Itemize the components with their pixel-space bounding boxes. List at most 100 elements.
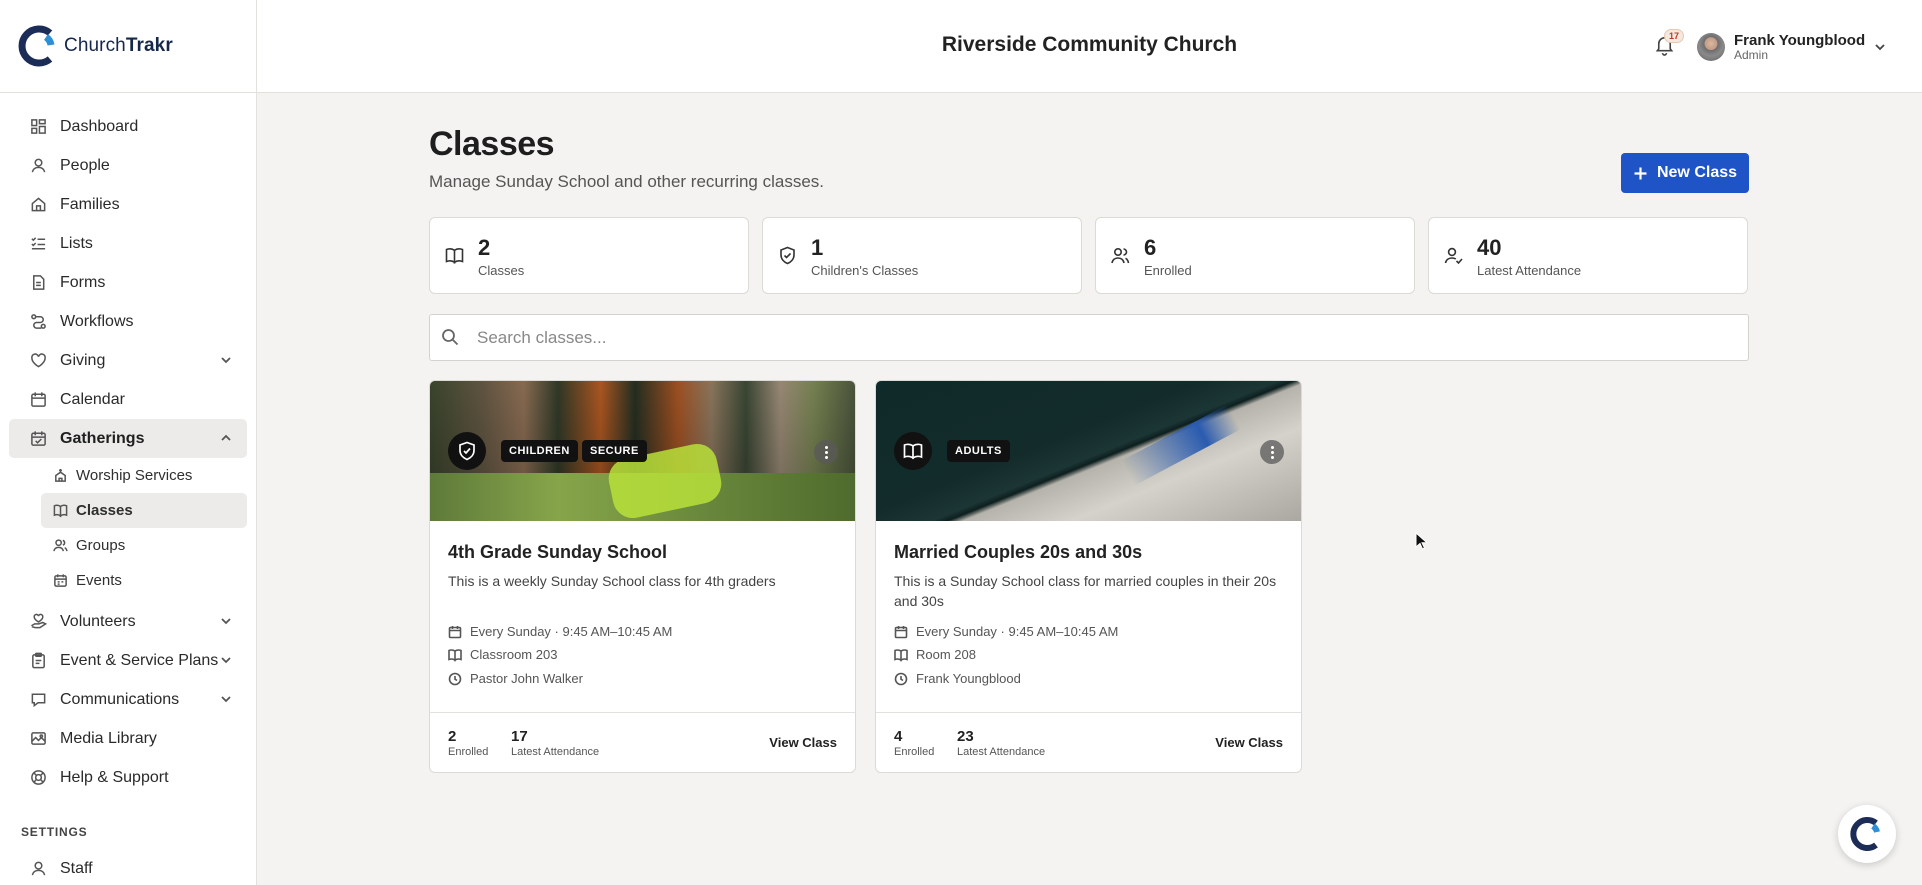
nav-label: Volunteers: [60, 612, 136, 630]
user-role: Admin: [1734, 48, 1769, 62]
nav-label: Workflows: [60, 312, 134, 330]
shield-check-icon: [778, 246, 798, 266]
view-class-link[interactable]: View Class: [1215, 735, 1283, 750]
church-icon: [53, 468, 68, 483]
nav-item-dashboard[interactable]: Dashboard: [9, 107, 247, 146]
sub-item-worship-services[interactable]: Worship Services: [41, 458, 247, 493]
nav-item-staff[interactable]: Staff: [9, 849, 247, 885]
class-card[interactable]: CHILDREN SECURE 4th Grade Sunday School …: [429, 380, 856, 773]
plus-icon: [1634, 167, 1647, 179]
class-card-footer: 4 Enrolled 23 Latest Attendance View Cla…: [876, 712, 1301, 772]
leader-text: Frank Youngblood: [916, 671, 1021, 686]
nav-item-people[interactable]: People: [9, 146, 247, 185]
enrolled-label: Enrolled: [894, 746, 935, 758]
main-nav: Dashboard People Families Lists Forms Wo…: [0, 93, 256, 885]
view-class-link[interactable]: View Class: [769, 735, 837, 750]
mouse-cursor-icon: [1415, 532, 1427, 550]
class-card-footer: 2 Enrolled 17 Latest Attendance View Cla…: [430, 712, 855, 772]
nav-label: Forms: [60, 273, 106, 291]
nav-item-forms[interactable]: Forms: [9, 263, 247, 302]
chevron-up-icon[interactable]: [219, 431, 233, 445]
shield-check-icon: [448, 432, 486, 470]
nav-item-giving[interactable]: Giving: [9, 341, 247, 380]
user-check-icon: [1444, 246, 1464, 266]
book-icon: [894, 432, 932, 470]
nav-item-help-support[interactable]: Help & Support: [9, 758, 247, 797]
chevron-down-icon[interactable]: [219, 614, 233, 628]
sub-item-groups[interactable]: Groups: [41, 528, 247, 563]
nav-label: Help & Support: [60, 768, 169, 786]
search-bar: [429, 314, 1749, 361]
notification-badge: 17: [1664, 29, 1685, 43]
page-subtitle: Manage Sunday School and other recurring…: [429, 172, 825, 191]
class-title[interactable]: Married Couples 20s and 30s: [894, 542, 1142, 563]
page-title: Classes: [429, 125, 555, 163]
new-class-button[interactable]: New Class: [1621, 153, 1749, 193]
user-name[interactable]: Frank Youngblood: [1734, 32, 1865, 49]
chevron-down-icon[interactable]: [219, 653, 233, 667]
staff-icon: [29, 860, 47, 878]
workflow-icon: [29, 313, 47, 331]
heart-icon: [29, 352, 47, 370]
nav-item-lists[interactable]: Lists: [9, 224, 247, 263]
class-leader: Frank Youngblood: [894, 671, 1021, 686]
nav-label: Event & Service Plans: [60, 651, 219, 669]
nav-label: Media Library: [60, 729, 157, 747]
nav-item-gatherings[interactable]: Gatherings: [9, 419, 247, 458]
nav-item-families[interactable]: Families: [9, 185, 247, 224]
room-text: Room 208: [916, 647, 976, 662]
calendar-icon: [53, 573, 68, 588]
enrolled-label: Enrolled: [448, 746, 489, 758]
sub-label: Worship Services: [76, 467, 193, 484]
list-check-icon: [29, 235, 47, 253]
brand-name: ChurchTrakr: [64, 35, 173, 56]
book-icon: [53, 503, 68, 518]
more-options-icon[interactable]: [1260, 440, 1284, 464]
tag-children: CHILDREN: [501, 440, 578, 462]
class-title[interactable]: 4th Grade Sunday School: [448, 542, 667, 563]
document-icon: [29, 274, 47, 292]
nav-item-media-library[interactable]: Media Library: [9, 719, 247, 758]
group-icon: [53, 538, 68, 553]
logo[interactable]: ChurchTrakr: [0, 0, 256, 93]
class-room: Room 208: [894, 647, 976, 662]
stat-label: Enrolled: [1144, 263, 1192, 278]
sub-item-events[interactable]: Events: [41, 563, 247, 598]
nav-label: Lists: [60, 234, 93, 252]
help-icon: [29, 769, 47, 787]
class-cover-image: ADULTS: [876, 381, 1301, 521]
nav-item-calendar[interactable]: Calendar: [9, 380, 247, 419]
chevron-down-icon[interactable]: [219, 692, 233, 706]
churchtrakr-logo-icon: [1850, 817, 1880, 851]
nav-label: Communications: [60, 690, 180, 708]
class-card[interactable]: ADULTS Married Couples 20s and 30s This …: [875, 380, 1302, 773]
stat-label: Classes: [478, 263, 525, 278]
attendance-label: Latest Attendance: [511, 746, 600, 758]
search-icon: [442, 329, 459, 346]
chevron-down-icon[interactable]: [219, 353, 233, 367]
stat-card-enrolled: 6 Enrolled: [1095, 217, 1415, 294]
book-icon: [445, 246, 465, 266]
nav-item-communications[interactable]: Communications: [9, 680, 247, 719]
search-input[interactable]: [477, 325, 1677, 351]
sub-label: Groups: [76, 537, 126, 554]
nav-item-workflows[interactable]: Workflows: [9, 302, 247, 341]
class-leader: Pastor John Walker: [448, 671, 583, 686]
calendar-icon: [448, 625, 462, 638]
stat-label: Latest Attendance: [1477, 263, 1582, 278]
calendar-icon: [29, 391, 47, 409]
nav-item-volunteers[interactable]: Volunteers: [9, 602, 247, 641]
chevron-down-icon[interactable]: [1873, 40, 1887, 54]
avatar[interactable]: [1697, 33, 1725, 61]
heart-hand-icon: [29, 613, 47, 631]
attendance-label: Latest Attendance: [957, 746, 1046, 758]
book-icon: [448, 648, 462, 662]
nav-label: Families: [60, 195, 120, 213]
chat-launcher-button[interactable]: [1838, 805, 1896, 863]
class-schedule: Every Sunday · 9:45 AM–10:45 AM: [448, 624, 672, 639]
more-options-icon[interactable]: [814, 440, 838, 464]
schedule-text: Every Sunday · 9:45 AM–10:45 AM: [470, 624, 673, 639]
nav-item-event-service-plans[interactable]: Event & Service Plans: [9, 641, 247, 680]
sub-item-classes[interactable]: Classes: [41, 493, 247, 528]
clock-icon: [448, 672, 462, 685]
